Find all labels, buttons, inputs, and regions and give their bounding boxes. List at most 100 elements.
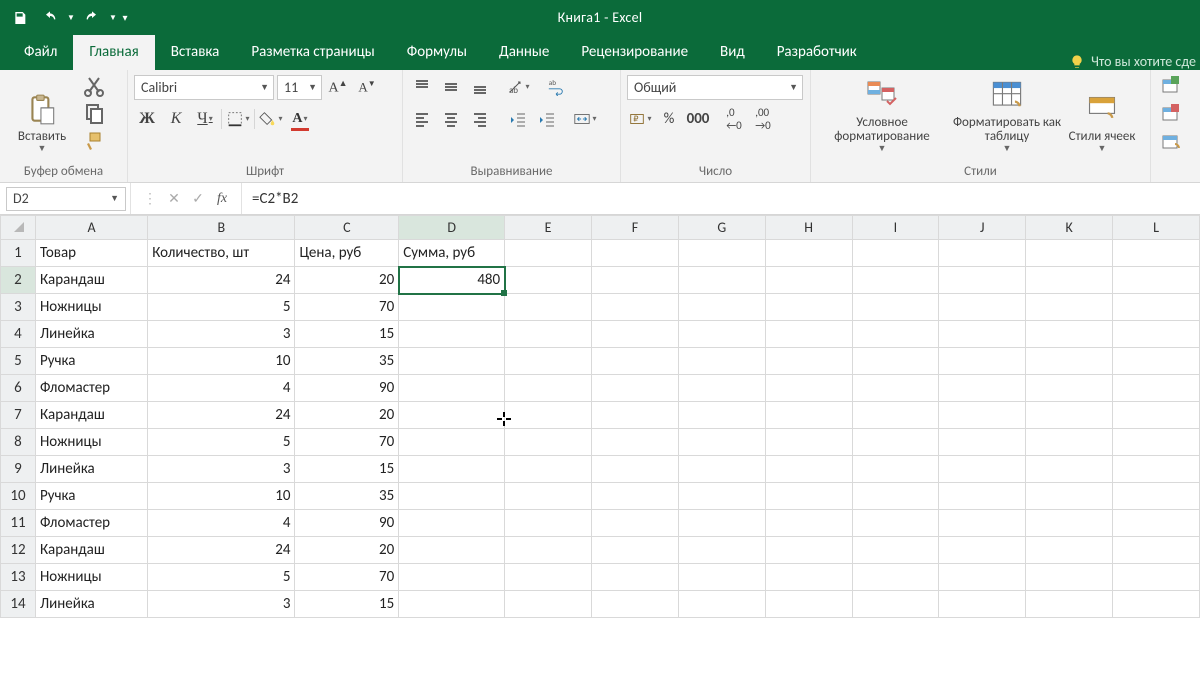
cell[interactable] — [1113, 456, 1200, 483]
cell[interactable]: 3 — [148, 591, 295, 618]
select-all-corner[interactable] — [1, 216, 36, 240]
increase-indent-button[interactable] — [534, 106, 560, 132]
row-header[interactable]: 3 — [1, 294, 36, 321]
cell[interactable] — [505, 591, 592, 618]
cell[interactable] — [1113, 591, 1200, 618]
cell[interactable] — [505, 429, 592, 456]
cell[interactable]: 24 — [148, 267, 295, 294]
delete-cells-icon[interactable] — [1161, 102, 1181, 126]
cell[interactable] — [939, 348, 1026, 375]
cell[interactable] — [505, 348, 592, 375]
column-header[interactable]: A — [35, 216, 147, 240]
cell[interactable]: Карандаш — [35, 267, 147, 294]
cell[interactable]: Фломастер — [35, 375, 147, 402]
cell[interactable] — [1113, 402, 1200, 429]
cell[interactable] — [765, 240, 852, 267]
cell[interactable] — [1026, 267, 1113, 294]
cell[interactable] — [1026, 321, 1113, 348]
cell[interactable]: Ножницы — [35, 294, 147, 321]
cell[interactable] — [678, 483, 765, 510]
cell[interactable]: 5 — [148, 294, 295, 321]
cell[interactable] — [939, 294, 1026, 321]
cell[interactable] — [852, 564, 939, 591]
formula-input[interactable] — [242, 190, 1200, 208]
cell[interactable] — [852, 510, 939, 537]
cell[interactable] — [1113, 348, 1200, 375]
cell[interactable] — [505, 564, 592, 591]
cell[interactable] — [1026, 348, 1113, 375]
cell[interactable] — [765, 591, 852, 618]
cell[interactable]: 24 — [148, 402, 295, 429]
cell[interactable]: 20 — [295, 267, 399, 294]
column-header[interactable]: D — [399, 216, 505, 240]
cell[interactable] — [939, 429, 1026, 456]
align-bottom-button[interactable] — [467, 74, 493, 100]
tab-вид[interactable]: Вид — [704, 35, 761, 70]
save-button[interactable] — [6, 5, 34, 31]
cell[interactable] — [505, 456, 592, 483]
cell[interactable]: 10 — [148, 483, 295, 510]
align-top-button[interactable] — [409, 74, 435, 100]
accounting-format-button[interactable]: ₽▾ — [627, 106, 653, 132]
column-header[interactable]: K — [1026, 216, 1113, 240]
decrease-decimal-button[interactable]: ,00→0 — [750, 106, 776, 132]
cell[interactable] — [852, 294, 939, 321]
cell[interactable] — [765, 294, 852, 321]
worksheet-grid[interactable]: ABCDEFGHIJKL 1ТоварКоличество, штЦена, р… — [0, 215, 1200, 618]
cell[interactable] — [399, 591, 505, 618]
cell[interactable] — [852, 456, 939, 483]
cell[interactable] — [678, 375, 765, 402]
row-header[interactable]: 2 — [1, 267, 36, 294]
cell[interactable] — [399, 510, 505, 537]
name-box[interactable]: D2▼ — [6, 187, 126, 211]
cell[interactable] — [765, 564, 852, 591]
comma-format-button[interactable]: 000 — [685, 106, 711, 132]
underline-button[interactable]: Ч▾ — [192, 106, 218, 132]
cell[interactable]: Количество, шт — [148, 240, 295, 267]
align-center-button[interactable] — [438, 106, 464, 132]
cell[interactable] — [399, 321, 505, 348]
cell[interactable]: 20 — [295, 402, 399, 429]
cell[interactable] — [591, 456, 678, 483]
cell[interactable] — [852, 240, 939, 267]
cell[interactable] — [852, 429, 939, 456]
cell[interactable] — [1113, 240, 1200, 267]
cell[interactable] — [399, 564, 505, 591]
redo-caret[interactable]: ▼ — [108, 13, 118, 23]
row-header[interactable]: 8 — [1, 429, 36, 456]
cell-styles-button[interactable]: Стили ячеек▼ — [1067, 74, 1137, 156]
font-size-combo[interactable]: 11▼ — [277, 75, 322, 100]
cell[interactable]: 5 — [148, 429, 295, 456]
bold-button[interactable]: Ж — [134, 106, 160, 132]
cell[interactable]: 35 — [295, 483, 399, 510]
cell[interactable] — [852, 591, 939, 618]
cell[interactable] — [678, 456, 765, 483]
cut-button[interactable] — [82, 74, 106, 98]
align-left-button[interactable] — [409, 106, 435, 132]
tab-формулы[interactable]: Формулы — [391, 35, 483, 70]
cell[interactable] — [765, 348, 852, 375]
cell[interactable]: Ручка — [35, 483, 147, 510]
cell[interactable] — [852, 267, 939, 294]
cell[interactable] — [852, 483, 939, 510]
cell[interactable]: 15 — [295, 591, 399, 618]
merge-button[interactable]: ▾ — [572, 106, 598, 132]
column-header[interactable]: B — [148, 216, 295, 240]
cell[interactable] — [678, 429, 765, 456]
cell[interactable] — [852, 402, 939, 429]
italic-button[interactable]: К — [163, 106, 189, 132]
font-name-combo[interactable]: Calibri▼ — [134, 75, 274, 100]
wrap-text-button[interactable]: ab — [543, 74, 569, 100]
cell[interactable] — [765, 321, 852, 348]
row-header[interactable]: 12 — [1, 537, 36, 564]
row-header[interactable]: 6 — [1, 375, 36, 402]
cell[interactable]: Линейка — [35, 321, 147, 348]
cell[interactable] — [591, 321, 678, 348]
increase-font-button[interactable]: A▲ — [325, 74, 351, 100]
cell[interactable] — [505, 483, 592, 510]
cell[interactable] — [505, 510, 592, 537]
cell[interactable] — [939, 321, 1026, 348]
cell[interactable] — [765, 375, 852, 402]
qat-customize[interactable]: ▾ — [120, 11, 130, 24]
cell[interactable] — [1113, 483, 1200, 510]
